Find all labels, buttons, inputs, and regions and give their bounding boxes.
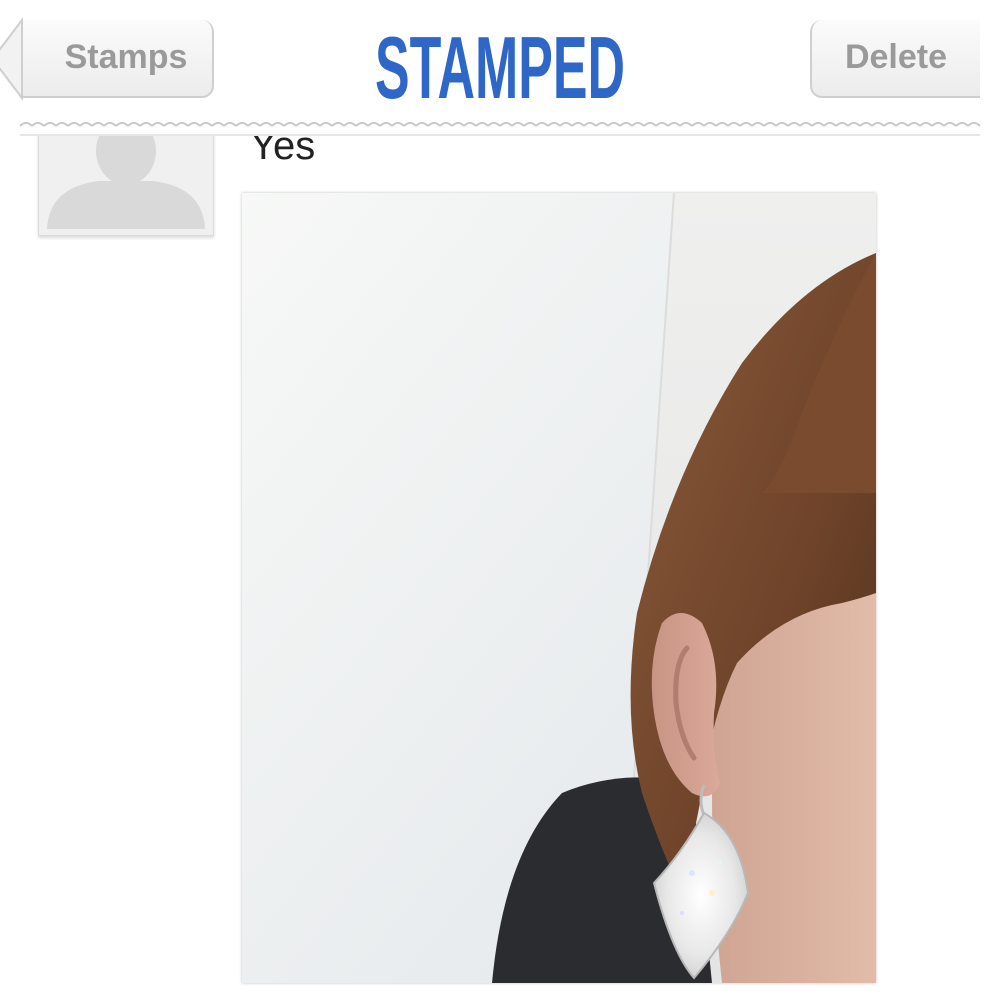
stamped-logo: STAMPED: [375, 18, 625, 104]
default-user-silhouette-icon: [39, 121, 213, 235]
navigation-bar: Stamps STAMPED Delete: [0, 0, 980, 138]
stamp-photo[interactable]: [242, 193, 876, 983]
stamp-detail-screen: Stamps STAMPED Delete Yes: [0, 0, 1000, 1000]
delete-button-label: Delete: [844, 38, 948, 76]
back-button[interactable]: Stamps: [0, 17, 214, 101]
photo-illustration: [242, 193, 876, 983]
scalloped-edge: [20, 118, 980, 138]
back-button-label: Stamps: [64, 38, 188, 76]
stamped-logo-text: STAMPED: [375, 18, 625, 104]
back-arrow-shape: [0, 17, 23, 101]
delete-button[interactable]: Delete: [810, 20, 980, 98]
